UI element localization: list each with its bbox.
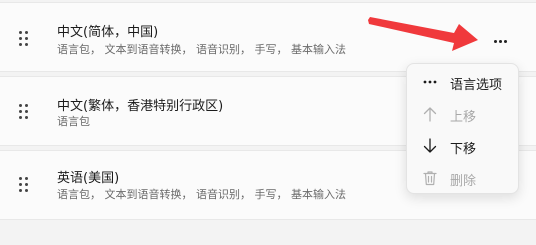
- more-icon: [423, 80, 437, 84]
- menu-item-delete[interactable]: 删除: [411, 164, 514, 192]
- context-menu: 语言选项 上移 下移 删除: [406, 63, 519, 194]
- drag-handle-icon[interactable]: [19, 104, 29, 120]
- language-name: 中文(繁体，香港特别行政区): [57, 99, 224, 114]
- drag-handle-icon[interactable]: [19, 177, 29, 193]
- menu-item-label: 语言选项: [450, 78, 503, 93]
- menu-item-move-up[interactable]: 上移: [411, 100, 514, 128]
- language-features: 语言包， 文本到语音转换， 语音识别， 手写， 基本输入法: [57, 43, 346, 56]
- arrow-up-icon: [423, 107, 437, 122]
- menu-item-label: 下移: [450, 142, 477, 157]
- annotation-arrow-icon: [368, 17, 478, 51]
- language-features: 语言包: [57, 115, 90, 128]
- arrow-down-icon: [423, 138, 437, 153]
- menu-item-label: 上移: [450, 110, 477, 125]
- menu-item-label: 删除: [450, 174, 477, 189]
- drag-handle-icon[interactable]: [19, 31, 29, 47]
- trash-icon: [423, 171, 437, 186]
- language-features: 语言包， 文本到语音转换， 语音识别， 手写， 基本输入法: [57, 188, 346, 201]
- language-name: 中文(简体，中国): [57, 25, 159, 40]
- menu-item-move-down[interactable]: 下移: [411, 132, 514, 160]
- language-name: 英语(美国): [57, 171, 120, 186]
- menu-item-language-options[interactable]: 语言选项: [411, 68, 514, 96]
